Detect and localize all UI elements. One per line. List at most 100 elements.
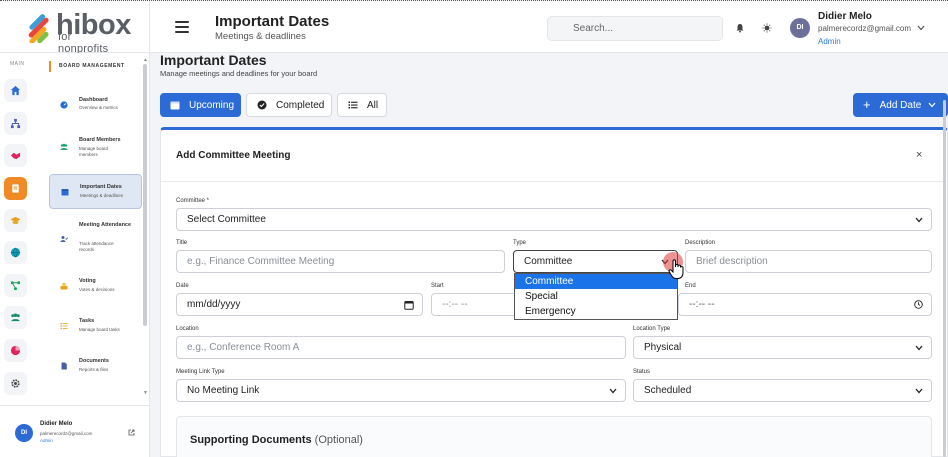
rail-board-button[interactable] (4, 177, 27, 200)
form-title: Add Committee Meeting (176, 150, 291, 161)
plus-icon: + (863, 97, 871, 112)
calendar-icon (170, 101, 180, 110)
org-chart-icon (10, 118, 21, 129)
chevron-down-icon (915, 345, 923, 351)
rail-global-button[interactable] (4, 241, 27, 264)
add-date-button[interactable]: + Add Date (853, 93, 948, 117)
hand-cursor-icon (668, 259, 684, 279)
close-icon[interactable]: × (916, 149, 922, 161)
rail-label: MAIN (10, 61, 25, 67)
gear-icon (11, 379, 20, 388)
date-input[interactable]: mm/dd/yyyy (176, 293, 423, 316)
sidebar-user-role: Admin (40, 438, 53, 443)
sidebar-item-board-members[interactable]: Board Members Manage board members (49, 129, 142, 165)
chevron-down-icon (915, 388, 923, 394)
location-label: Location (176, 326, 199, 332)
rail-donations-button[interactable] (4, 144, 27, 167)
graduation-icon (10, 216, 21, 224)
chevron-down-icon[interactable] (917, 25, 925, 31)
sidebar-item-tasks[interactable]: Tasks Manage board tasks (49, 309, 142, 343)
nav-section-heading: BOARD MANAGEMENT (49, 61, 129, 72)
globe-icon (10, 247, 21, 258)
handshake-icon (10, 152, 21, 160)
sidebar-item-documents[interactable]: Documents Reports & files (49, 349, 142, 383)
date-label: Date (176, 283, 189, 289)
tasks-icon (60, 323, 68, 329)
calendar-picker-icon[interactable] (404, 300, 414, 310)
rail-reports-button[interactable] (4, 339, 27, 362)
chevron-down-icon (928, 102, 936, 108)
rail-settings-button[interactable] (4, 372, 27, 395)
user-email: palmerecordz@gmail.com (818, 24, 912, 33)
attendance-icon (60, 236, 68, 242)
type-option-emergency[interactable]: Emergency (515, 304, 677, 319)
scroll-up-icon[interactable]: ▲ (143, 57, 148, 63)
sidebar-item-voting[interactable]: Voting Votes & decisions (49, 269, 142, 303)
location-type-select[interactable]: Physical (633, 336, 932, 359)
vote-icon (60, 282, 68, 290)
supporting-documents-title: Supporting Documents (Optional) (190, 434, 363, 446)
committee-label: Committee * (176, 198, 210, 204)
type-options-dropdown: Committee Special Emergency (514, 273, 678, 320)
sidebar-scrollbar[interactable] (143, 64, 147, 326)
user-role: Admin (818, 37, 841, 46)
clock-icon[interactable] (914, 300, 923, 309)
rail-org-button[interactable] (4, 112, 27, 135)
title-input[interactable]: e.g., Finance Committee Meeting (176, 250, 505, 273)
user-avatar[interactable]: DI (790, 18, 810, 38)
location-input[interactable]: e.g., Conference Room A (176, 336, 626, 359)
tab-upcoming[interactable]: Upcoming (160, 93, 241, 117)
network-icon (10, 281, 21, 291)
bell-icon[interactable] (735, 23, 745, 33)
link-type-label: Meeting Link Type (176, 369, 225, 375)
status-select[interactable]: Scheduled (633, 379, 932, 402)
theme-toggle-icon[interactable] (762, 23, 772, 33)
start-time-input[interactable]: --:-- -- (431, 293, 521, 316)
description-label: Description (685, 240, 716, 246)
location-type-label: Location Type (633, 326, 671, 332)
scroll-down-icon[interactable]: ▼ (143, 390, 148, 396)
type-label: Type (513, 240, 527, 246)
type-option-committee[interactable]: Committee (515, 274, 677, 289)
add-meeting-form: Add Committee Meeting × Committee * Sele… (160, 127, 948, 457)
committee-select[interactable]: Select Committee (176, 208, 932, 231)
chevron-down-icon (915, 217, 923, 223)
nav-title-attendance: Meeting Attendance (79, 222, 132, 228)
tab-all[interactable]: All (337, 93, 387, 117)
external-link-icon[interactable] (128, 429, 135, 436)
end-time-input[interactable]: --:-- -- (678, 293, 932, 316)
list-icon (348, 101, 358, 109)
menu-toggle-icon[interactable] (175, 21, 189, 33)
sidebar-user-card: DI Didier Melo palmerecordz@gmail.com Ad… (0, 405, 150, 457)
logo-mark-icon (28, 14, 49, 43)
form-header: Add Committee Meeting × (161, 130, 947, 182)
sidebar-item-important-dates[interactable]: Important Dates Meetings & deadlines (49, 174, 142, 209)
type-select[interactable]: Committee (513, 250, 678, 273)
rail-home-button[interactable] (4, 79, 27, 102)
supporting-documents-section: Supporting Documents (Optional) (176, 416, 932, 457)
sidebar-item-meeting-attendance[interactable]: Meeting Attendance Track attendance reco… (49, 217, 142, 261)
sidebar-item-dashboard[interactable]: Dashboard Overview & metrics (49, 89, 142, 121)
brand-logo[interactable]: hibox for nonprofits (24, 10, 131, 55)
user-name[interactable]: Didier Melo (818, 11, 872, 22)
calendar-icon (61, 188, 69, 195)
description-input[interactable]: Brief description (685, 250, 932, 273)
users-icon (60, 143, 68, 150)
end-label: End (685, 283, 696, 289)
type-option-special[interactable]: Special (515, 289, 677, 304)
brand-tagline: for nonprofits (58, 31, 109, 55)
search-input[interactable]: Search... (547, 16, 723, 41)
main-scrollbar[interactable] (941, 100, 948, 457)
header-subtitle: Meetings & deadlines (215, 31, 306, 42)
meeting-link-type-select[interactable]: No Meeting Link (176, 379, 626, 402)
tab-completed[interactable]: Completed (246, 93, 332, 117)
rail-network-button[interactable] (4, 274, 27, 297)
top-header: hibox for nonprofits Important Dates Mee… (0, 1, 948, 55)
status-label: Status (633, 369, 651, 375)
header-title: Important Dates (215, 13, 330, 30)
sidebar-user-name: Didier Melo (40, 421, 73, 427)
rail-programs-button[interactable] (4, 209, 27, 232)
rail-team-button[interactable] (4, 306, 27, 329)
sidebar-avatar[interactable]: DI (15, 424, 33, 442)
start-label: Start (431, 283, 444, 289)
